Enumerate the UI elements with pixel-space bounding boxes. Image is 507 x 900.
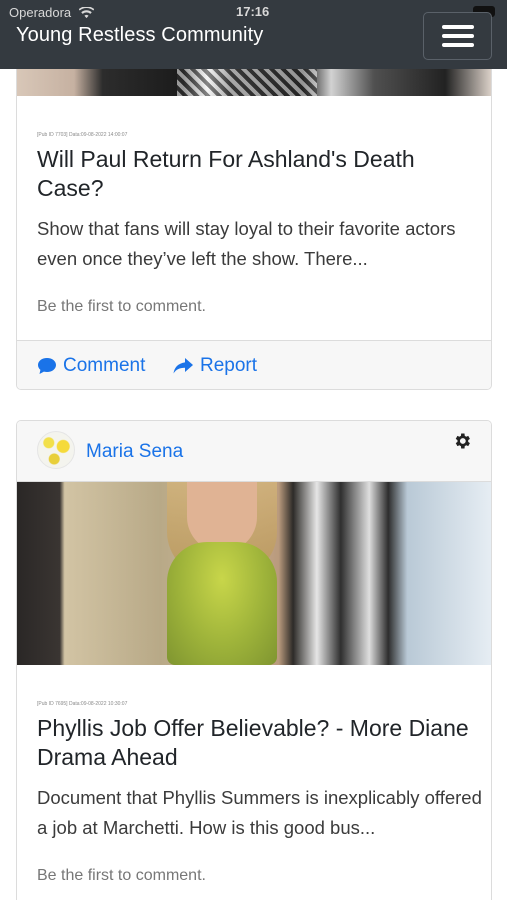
post-image[interactable]	[17, 482, 491, 665]
post-actions: Comment Report	[17, 340, 491, 389]
post-title[interactable]: Phyllis Job Offer Believable? - More Dia…	[37, 714, 477, 772]
post-header: Maria Sena	[17, 421, 491, 482]
comment-label: Comment	[63, 355, 146, 376]
carrier-label: Operadora	[9, 5, 72, 21]
share-arrow-icon	[173, 358, 193, 374]
avatar[interactable]	[37, 431, 75, 469]
hamburger-menu-icon	[441, 25, 474, 47]
comment-icon	[38, 358, 56, 374]
post-meta: [Pub ID 7703] Data:09-08-2022 14:00:07	[37, 132, 128, 138]
first-comment-text: Be the first to comment.	[37, 867, 206, 884]
author-name[interactable]: Maria Sena	[86, 441, 183, 463]
top-navbar: Operadora 17:16 Young Restless Community	[0, 0, 507, 69]
post-excerpt: Document that Phyllis Summers is inexpli…	[37, 787, 482, 838]
report-button[interactable]: Report	[172, 355, 257, 377]
report-label: Report	[200, 355, 258, 376]
comment-button[interactable]: Comment	[37, 355, 145, 377]
post-meta: [Pub ID 7695] Data:09-08-2022 10:30:07	[37, 701, 128, 707]
carrier: Operadora	[9, 4, 94, 20]
post-title[interactable]: Will Paul Return For Ashland's Death Cas…	[37, 145, 477, 203]
image-dress-shape	[167, 542, 277, 665]
first-comment-text: Be the first to comment.	[37, 298, 206, 315]
post-card: Maria Sena [Pub ID 7695] Data:09-08-2022…	[16, 420, 492, 900]
app-title[interactable]: Young Restless Community	[16, 24, 263, 47]
menu-button[interactable]	[423, 12, 492, 60]
post-excerpt: Show that fans will stay loyal to their …	[37, 218, 456, 269]
clock: 17:16	[236, 4, 270, 19]
gear-icon[interactable]	[452, 431, 472, 451]
post-card: [Pub ID 7703] Data:09-08-2022 14:00:07 W…	[16, 40, 492, 390]
wifi-icon	[78, 6, 94, 18]
